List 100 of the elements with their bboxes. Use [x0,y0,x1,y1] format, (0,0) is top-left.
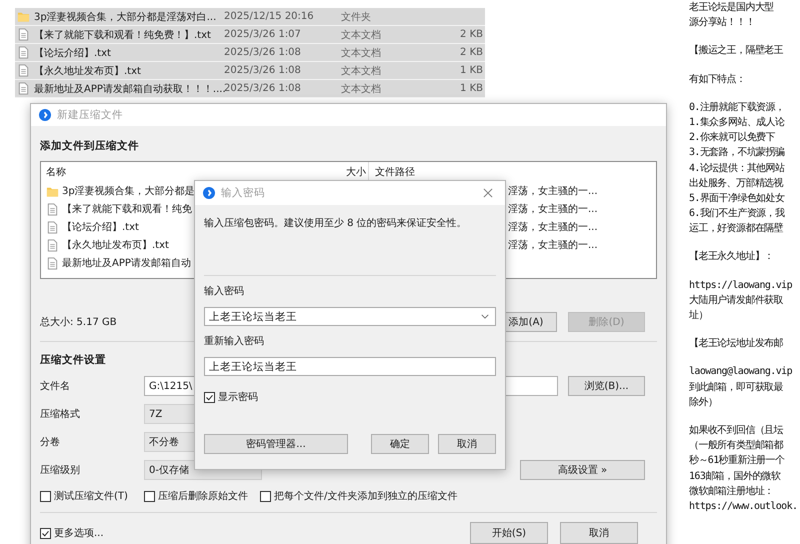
file-type: 文本文档 [341,46,382,60]
chevron-icon [481,314,489,319]
document-icon [46,220,59,234]
file-type: 文本文档 [341,64,382,78]
file-name[interactable]: 【论坛介绍】.txt [62,220,139,234]
checkbox-label[interactable]: 压缩后删除原始文件 [158,489,248,503]
field-label: 文件名 [40,380,71,393]
document-icon [46,238,59,252]
file-row[interactable]: 【来了就能下载和观看！纯免费！】.txt 2025/3/26 1:07 文本文档 2 KB [15,26,485,44]
file-row[interactable]: 【永久地址发布页】.txt 2025/3/26 1:08 文本文档 1 KB [15,62,485,80]
file-name: 最新地址及APP请发邮箱自动获取！！！.... [34,82,224,96]
file-path: 淫荡，女主骚的一... [508,186,598,197]
text-line: （一般所有类型邮箱都 [689,438,784,454]
text-line: 有如下特点： [689,72,746,87]
file-path: 淫荡，女主骚的一... [508,240,598,251]
text-line: 【老王永久地址】： [689,250,775,264]
file-name[interactable]: 3p淫妻视频合集，大部分都是 [62,184,195,198]
checkbox[interactable] [144,490,155,502]
text-line: 大陆用户请发邮件获取 [689,294,784,308]
field-label: 重新输入密码 [204,335,265,349]
document-icon [46,202,59,216]
document-icon [17,28,30,41]
checkbox-label[interactable]: 测试压缩文件(T) [54,489,128,503]
text-line: 除外） [689,396,718,410]
file-name[interactable]: 【来了就能下载和观看！纯免 [62,202,192,216]
document-icon [17,82,30,95]
check-icon [205,392,214,402]
file-row[interactable]: 最新地址及APP请发邮箱自动获取！！！....2025/3/26 1:08 文本文档 1 KB [15,80,485,98]
checkbox-label[interactable]: 把每个文件/文件夹添加到独立的压缩文件 [274,489,458,503]
document-icon [17,64,30,77]
document-icon [17,46,30,59]
text-line: 出处服务、万部精选视 [689,176,784,191]
instruction-text: 输入压缩包密码。建议使用至少 8 位的密码来保证安全性。 [204,216,468,230]
ok-button[interactable]: 确定 [371,434,429,454]
text-line: 源分享站！！！ [689,16,756,30]
app-icon [203,187,215,199]
window-title: 新建压缩文件 [57,108,123,122]
file-size: 2 KB [459,29,484,40]
field-label: 分卷 [40,436,61,449]
document-icon [46,256,59,270]
file-row[interactable]: 3p淫妻视频合集，大部分都是淫荡对白... 2025/12/15 20:16 文件夹 [15,8,485,26]
file-name: 【永久地址发布页】.txt [34,64,142,78]
checkbox[interactable] [40,528,51,538]
text-line: 【搬运之王，隔壁老王 [689,44,784,58]
text-line: 2.你来就可以免费下 [689,130,776,146]
text-line: 秒～61秒重新注册一个 [689,454,786,468]
file-date: 2025/3/26 1:07 [224,29,302,40]
text-line: 运工，好资源都在隔壁 [689,222,784,236]
text-line: 如果收不到回信（且坛 [689,424,784,438]
checkbox-label[interactable]: 更多选项... [54,526,104,540]
text-line: 0.注册就能下载资源， [689,100,786,115]
section-heading: 添加文件到压缩文件 [40,139,139,153]
check-icon [41,528,50,538]
file-date: 2025/3/26 1:08 [224,47,302,58]
text-line: 址） [689,308,709,323]
field-label: 输入密码 [204,285,245,299]
column-header: 文件路径 [374,166,415,179]
file-type: 文本文档 [341,82,382,96]
section-heading: 压缩文件设置 [40,353,106,367]
file-name[interactable]: 【永久地址发布页】.txt [62,238,169,252]
file-type: 文本文档 [341,28,382,42]
checkbox-label[interactable]: 显示密码 [218,390,258,404]
checkbox[interactable] [260,490,271,502]
password-manager-button[interactable]: 密码管理器... [204,434,348,454]
file-type: 文件夹 [341,10,372,24]
browse-button[interactable]: 浏览(B)... [568,376,645,396]
file-date: 2025/12/15 20:16 [224,11,315,22]
folder-icon [17,10,30,23]
text-line: 4.论坛提供：其他网站 [689,162,786,176]
password-combobox[interactable]: 上老王论坛当老王 [204,307,496,326]
text-line: 5.界面干净绿色如处女 [689,192,786,206]
text-line: 6.我们不生产资源，我 [689,206,786,222]
password-field[interactable]: 上老王论坛当老王 [204,357,496,376]
text-line: 【老王论坛地址发布邮 [689,336,784,352]
checkbox[interactable] [204,392,215,402]
text-line: 3.无套路，不坑蒙拐骗 [689,146,786,160]
advanced-button[interactable]: 高级设置 » [520,460,645,480]
field-label: 压缩级别 [40,464,81,477]
file-size: 2 KB [459,47,484,58]
text-line: https://www.outlook. [689,500,798,514]
file-path: 淫荡，女主骚的一... [508,222,598,233]
text-line: 老王论坛是国内大型 [689,0,775,15]
start-button[interactable]: 开始(S) [470,522,548,544]
file-row[interactable]: 【论坛介绍】.txt 2025/3/26 1:08 文本文档 2 KB [15,44,485,62]
text-line: laowang@laowang.vip [689,365,793,380]
checkbox[interactable] [40,490,51,502]
text-line: 微软邮箱注册地址： [689,484,775,499]
file-size: 1 KB [459,83,484,94]
window-title: 输入密码 [221,186,265,200]
cancel-button[interactable]: 取消 [560,522,638,544]
cancel-button[interactable]: 取消 [438,434,496,454]
total-size: 总大小: 5.17 GB [40,316,117,329]
close-icon[interactable] [483,188,493,198]
file-date: 2025/3/26 1:08 [224,83,302,94]
text-line: https://laowang.vip [689,278,793,293]
file-name: 【来了就能下载和观看！纯免费！】.txt [34,28,212,42]
file-name[interactable]: 最新地址及APP请发邮箱自动 [62,256,191,270]
field-label: 压缩格式 [40,408,81,421]
file-size: 1 KB [459,65,484,76]
column-header: 名称 [45,166,67,179]
